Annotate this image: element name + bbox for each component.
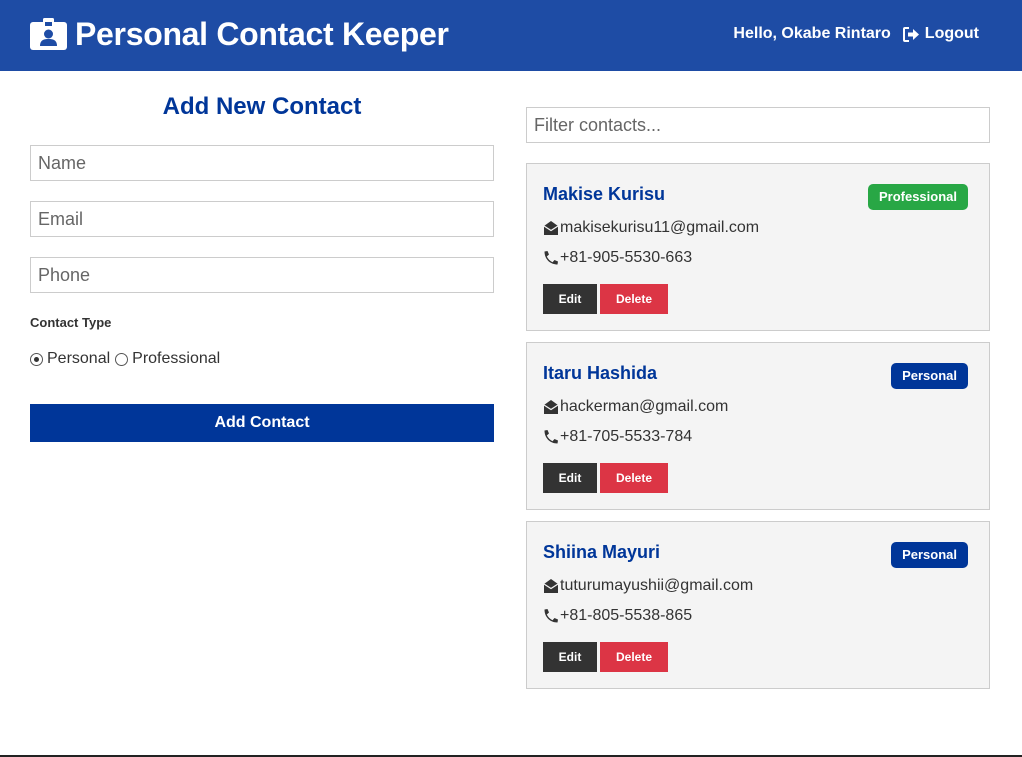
envelope-open-icon: [543, 579, 559, 593]
envelope-open-icon: [543, 221, 559, 235]
contact-email-text: makisekurisu11@gmail.com: [560, 219, 760, 236]
id-badge-icon: [30, 18, 67, 50]
contact-phone: +81-705-5533-784: [543, 428, 692, 446]
phone-icon: [544, 609, 558, 623]
contact-type-badge: Personal: [891, 363, 968, 389]
delete-button[interactable]: Delete: [600, 463, 668, 493]
contact-email-text: tuturumayushii@gmail.com: [560, 577, 754, 594]
personal-radio[interactable]: [30, 352, 43, 366]
app-title: Personal Contact Keeper: [75, 15, 449, 52]
add-contact-form: Add New Contact Contact Type Personal Pr…: [30, 85, 494, 442]
contact-name: Itaru Hashida: [543, 363, 658, 383]
professional-radio-label: Professional: [132, 350, 221, 367]
professional-radio[interactable]: [115, 352, 129, 366]
phone-icon: [544, 430, 558, 444]
phone-input[interactable]: [30, 257, 494, 293]
contact-card: Shiina Mayuri Personal tuturumayushii@gm…: [526, 521, 990, 689]
envelope-open-icon: [543, 400, 559, 414]
logout-label: Logout: [924, 25, 979, 42]
filter-input[interactable]: [526, 107, 990, 143]
nav-right: Hello, Okabe Rintaro Logout: [733, 22, 979, 46]
contact-type-options: Personal Professional: [30, 350, 225, 368]
user-greeting: Hello, Okabe Rintaro: [733, 25, 891, 42]
contact-email: tuturumayushii@gmail.com: [543, 577, 753, 595]
contact-phone-text: +81-805-5538-865: [560, 607, 693, 624]
contact-email: makisekurisu11@gmail.com: [543, 219, 759, 237]
contact-name: Shiina Mayuri: [543, 542, 661, 562]
delete-button[interactable]: Delete: [600, 642, 668, 672]
contact-card: Makise Kurisu Professional makisekurisu1…: [526, 163, 990, 331]
delete-button[interactable]: Delete: [600, 284, 668, 314]
contact-phone-text: +81-905-5530-663: [560, 249, 693, 266]
contact-phone: +81-905-5530-663: [543, 249, 692, 267]
edit-button[interactable]: Edit: [543, 642, 597, 672]
contact-email-text: hackerman@gmail.com: [560, 398, 729, 415]
contact-name: Makise Kurisu: [543, 184, 666, 204]
contact-type-label: Contact Type: [30, 315, 112, 330]
contact-type-badge: Personal: [891, 542, 968, 568]
navbar: Personal Contact Keeper Hello, Okabe Rin…: [0, 0, 1022, 71]
contact-email: hackerman@gmail.com: [543, 398, 728, 416]
logout-link[interactable]: Logout: [902, 25, 979, 43]
phone-icon: [544, 251, 558, 265]
name-input[interactable]: [30, 145, 494, 181]
edit-button[interactable]: Edit: [543, 463, 597, 493]
contact-type-badge: Professional: [867, 184, 968, 210]
contact-phone-text: +81-705-5533-784: [560, 428, 693, 445]
edit-button[interactable]: Edit: [543, 284, 597, 314]
contact-phone: +81-805-5538-865: [543, 607, 692, 625]
form-title: Add New Contact: [162, 93, 362, 120]
add-contact-button[interactable]: Add Contact: [30, 404, 494, 442]
brand: Personal Contact Keeper: [30, 14, 449, 54]
personal-radio-label: Personal: [47, 350, 111, 367]
email-input[interactable]: [30, 201, 494, 237]
contact-card: Itaru Hashida Personal hackerman@gmail.c…: [526, 342, 990, 510]
sign-out-icon: [902, 26, 919, 42]
